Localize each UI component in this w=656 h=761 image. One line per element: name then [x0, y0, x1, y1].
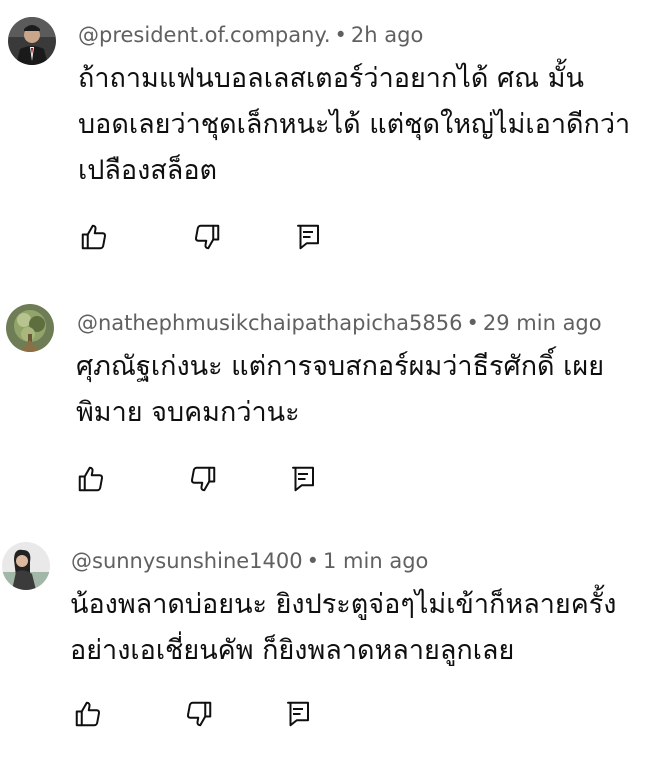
thumbs-down-icon	[194, 224, 220, 250]
reply-button[interactable]	[291, 220, 325, 254]
comment-text: น้องพลาดบ่อยนะ ยิงประตูจ่อๆไม่เข้าก็หลาย…	[70, 582, 650, 674]
comment-line: พิมาย จบคมกว่านะ	[76, 397, 300, 428]
meta-separator: •	[466, 311, 479, 335]
comment-meta: @president.of.company. • 2h ago	[78, 21, 423, 49]
comment-meta: @nathephmusikchaipathapicha5856 • 29 min a…	[77, 309, 602, 337]
reply-button[interactable]	[286, 462, 320, 496]
avatar[interactable]	[2, 542, 50, 590]
avatar[interactable]	[8, 17, 56, 65]
comment-text: ถ้าถามแฟนบอลเลสเตอร์ว่าอยากได้ ศณ มั้น บ…	[78, 56, 656, 194]
comment-time[interactable]: 29 min ago	[483, 311, 602, 335]
like-button[interactable]	[77, 220, 111, 254]
comment-meta: @sunnysunshine1400 • 1 min ago	[71, 547, 428, 575]
comment-line: ศุภณัฐเก่งนะ แต่การจบสกอร์ผมว่าธีรศักดิ์…	[76, 351, 605, 382]
comment-author[interactable]: @president.of.company.	[78, 23, 331, 47]
thumbs-up-icon	[81, 224, 107, 250]
comment-line: บอดเลยว่าชุดเล็กหนะได้ แต่ชุดใหญ่ไม่เอาด…	[78, 109, 631, 140]
reply-comment-icon	[297, 224, 319, 250]
dislike-button[interactable]	[182, 697, 216, 731]
comment-time[interactable]: 1 min ago	[323, 549, 428, 573]
comment-line: ถ้าถามแฟนบอลเลสเตอร์ว่าอยากได้ ศณ มั้น	[78, 63, 585, 94]
reply-comment-icon	[287, 701, 309, 727]
thumbs-down-icon	[190, 466, 216, 492]
reply-button[interactable]	[281, 697, 315, 731]
comment-line: น้องพลาดบ่อยนะ ยิงประตูจ่อๆไม่เข้าก็หลาย…	[70, 589, 617, 620]
thumbs-up-icon	[78, 466, 104, 492]
avatar[interactable]	[6, 304, 54, 352]
thumbs-down-icon	[186, 701, 212, 727]
comment-author[interactable]: @sunnysunshine1400	[71, 549, 303, 573]
comment-line: อย่างเอเชี่ยนคัพ ก็ยิงพลาดหลายลูกเลย	[70, 635, 515, 666]
thumbs-up-icon	[75, 701, 101, 727]
reply-comment-icon	[292, 466, 314, 492]
meta-separator: •	[306, 549, 320, 573]
comment-time[interactable]: 2h ago	[351, 23, 423, 47]
like-button[interactable]	[74, 462, 108, 496]
comment-line: เปลืองสล็อต	[78, 155, 218, 186]
like-button[interactable]	[71, 697, 105, 731]
dislike-button[interactable]	[186, 462, 220, 496]
dislike-button[interactable]	[190, 220, 224, 254]
comment-text: ศุภณัฐเก่งนะ แต่การจบสกอร์ผมว่าธีรศักดิ์…	[76, 344, 656, 436]
comment-author[interactable]: @nathephmusikchaipathapicha5856	[77, 311, 463, 335]
meta-separator: •	[334, 23, 347, 47]
